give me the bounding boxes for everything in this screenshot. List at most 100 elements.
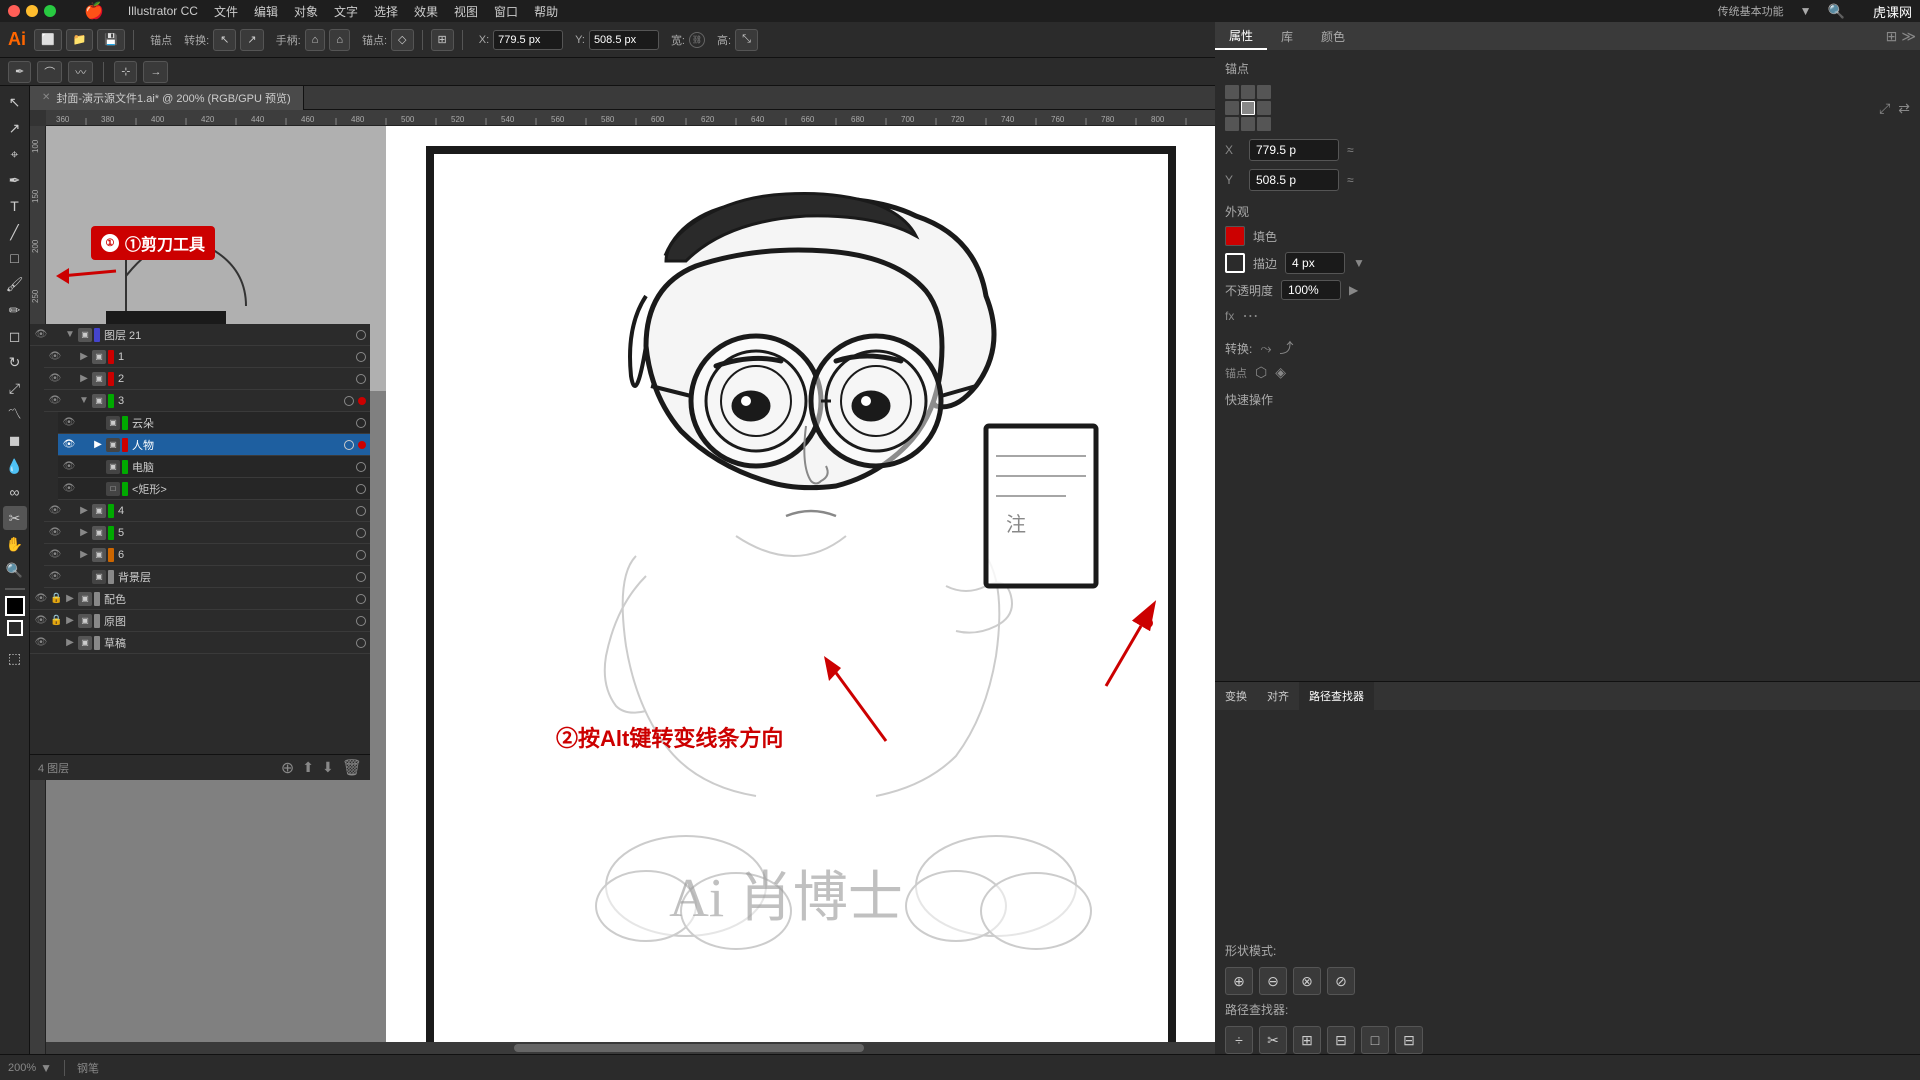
fx-more-btn[interactable]: ⋯ (1242, 306, 1258, 326)
anchor-btn1[interactable]: ◇ (391, 29, 413, 51)
smooth-tool[interactable]: 〰 (68, 61, 93, 83)
add-layer-btn[interactable]: ⊕ (281, 758, 294, 778)
y-value-input[interactable] (1249, 169, 1339, 191)
warp-tool[interactable]: 〽 (3, 402, 27, 426)
pen-tool-left[interactable]: ✒ (3, 168, 27, 192)
layer-expand-sketch[interactable]: ▶ (64, 637, 76, 648)
sec-btn3[interactable]: → (143, 61, 168, 83)
panel-icon-1[interactable]: ⊞ (1886, 28, 1898, 45)
anchor-refine-icon[interactable]: ◈ (1275, 364, 1286, 381)
layer-vis-bg[interactable]: 👁 (48, 570, 62, 584)
layer-row-color[interactable]: 👁 🔒 ▶ ▣ 配色 (30, 588, 370, 610)
menu-file[interactable]: 文件 (214, 3, 238, 20)
line-tool[interactable]: ╱ (3, 220, 27, 244)
layer-row-bg[interactable]: 👁 ▣ 背景层 (44, 566, 370, 588)
link-icon[interactable]: ⛓ (689, 32, 705, 48)
prop-tab-color[interactable]: 颜色 (1307, 24, 1359, 49)
new-btn[interactable]: ⬜ (34, 29, 62, 51)
prop-tab-library[interactable]: 库 (1267, 24, 1307, 49)
layer-row-1[interactable]: 👁 ▶ ▣ 1 (44, 346, 370, 368)
layer-vis-3[interactable]: 👁 (48, 394, 62, 408)
scale-tool[interactable]: ⤢ (3, 376, 27, 400)
direct-select-tool[interactable]: ↗ (3, 116, 27, 140)
search-icon[interactable]: 🔍 (1828, 3, 1845, 20)
pf-unite[interactable]: ⊕ (1225, 967, 1253, 995)
transform-tab[interactable]: 变换 (1215, 682, 1257, 710)
minimize-button[interactable] (26, 5, 38, 17)
fill-color[interactable] (5, 596, 25, 616)
opacity-chevron[interactable]: ▶ (1349, 283, 1358, 297)
layer-row-21[interactable]: 👁 ▼ ▣ 图层 21 (30, 324, 370, 346)
layer-vis-5[interactable]: 👁 (48, 526, 62, 540)
hand-btn1[interactable]: ⌂ (305, 29, 326, 51)
lasso-tool[interactable]: ⌖ (3, 142, 27, 166)
layer-circle-3[interactable] (344, 396, 354, 406)
select-tool[interactable]: ↖ (3, 90, 27, 114)
main-tab[interactable]: ✕ 封面-演示源文件1.ai* @ 200% (RGB/GPU 预览) (30, 86, 304, 110)
layer-vis-1[interactable]: 👁 (48, 350, 62, 364)
layer-circle-pc[interactable] (356, 462, 366, 472)
anchor-convert-icon[interactable]: ⬡ (1255, 364, 1267, 381)
h-scroll-thumb[interactable] (514, 1044, 865, 1052)
layer-row-4[interactable]: 👁 ▶ ▣ 4 (44, 500, 370, 522)
transform-flip-icon[interactable]: ⇄ (1898, 100, 1910, 117)
layer-circle-person[interactable] (344, 440, 354, 450)
stroke-width-input[interactable] (1285, 252, 1345, 274)
layer-expand-person[interactable]: ▶ (92, 439, 104, 450)
pf-minus-back[interactable]: ⊟ (1395, 1026, 1423, 1054)
y-input[interactable] (589, 30, 659, 50)
layer-circle-21[interactable] (356, 330, 366, 340)
h-scrollbar[interactable] (46, 1042, 1215, 1054)
close-button[interactable] (8, 5, 20, 17)
menu-help[interactable]: 帮助 (534, 3, 558, 20)
layer-row-person[interactable]: 👁 ▶ ▣ 人物 (58, 434, 370, 456)
move-layer-up-btn[interactable]: ⬆ (302, 759, 314, 776)
layer-row-2[interactable]: 👁 ▶ ▣ 2 (44, 368, 370, 390)
pencil-tool[interactable]: ✏ (3, 298, 27, 322)
menu-object[interactable]: 对象 (294, 3, 318, 20)
layer-row-5[interactable]: 👁 ▶ ▣ 5 (44, 522, 370, 544)
open-btn[interactable]: 📁 (66, 29, 94, 51)
anchor-grid[interactable] (1225, 85, 1271, 131)
layer-row-pc[interactable]: 👁 ▣ 电脑 (58, 456, 370, 478)
layer-circle-1[interactable] (356, 352, 366, 362)
layer-vis-rect[interactable]: 👁 (62, 482, 76, 496)
pf-trim[interactable]: ✂ (1259, 1026, 1287, 1054)
delete-layer-btn[interactable]: 🗑 (342, 758, 362, 778)
layer-vis-21[interactable]: 👁 (34, 328, 48, 342)
stroke-color-swatch[interactable] (1225, 253, 1245, 273)
transform-btn2[interactable]: ↗ (240, 29, 263, 51)
pf-divide[interactable]: ÷ (1225, 1026, 1253, 1054)
layer-circle-cloud[interactable] (356, 418, 366, 428)
sec-btn2[interactable]: ⊹ (114, 61, 137, 83)
transform-distort-icon[interactable]: ⤴ (1280, 338, 1294, 358)
menu-select[interactable]: 选择 (374, 3, 398, 20)
layer-circle-rect[interactable] (356, 484, 366, 494)
pf-minus-front[interactable]: ⊖ (1259, 967, 1287, 995)
maximize-button[interactable] (44, 5, 56, 17)
layer-circle-4[interactable] (356, 506, 366, 516)
layer-expand-6[interactable]: ▶ (78, 549, 90, 560)
main-illustration[interactable]: 注 Ai 肖博士 ②按Alt键转变线条方 (386, 126, 1215, 1080)
layer-row-cloud[interactable]: 👁 ▣ 云朵 (58, 412, 370, 434)
menu-effect[interactable]: 效果 (414, 3, 438, 20)
layer-expand-21[interactable]: ▼ (64, 329, 76, 340)
gradient-tool[interactable]: ◼ (3, 428, 27, 452)
layer-expand-1[interactable]: ▶ (78, 351, 90, 362)
layer-vis-cloud[interactable]: 👁 (62, 416, 76, 430)
menu-text[interactable]: 文字 (334, 3, 358, 20)
transform-btn1[interactable]: ↖ (213, 29, 236, 51)
pathfinder-tab[interactable]: 路径查找器 (1299, 682, 1374, 710)
grid-btn[interactable]: ⊞ (431, 29, 454, 51)
fill-color-swatch[interactable] (1225, 226, 1245, 246)
layer-vis-original[interactable]: 👁 (34, 614, 48, 628)
layer-circle-color[interactable] (356, 594, 366, 604)
tab-close[interactable]: ✕ (42, 92, 50, 103)
layer-expand-4[interactable]: ▶ (78, 505, 90, 516)
watermark-dropdown[interactable]: ▼ (1800, 4, 1812, 18)
layer-expand-original[interactable]: ▶ (64, 615, 76, 626)
layer-expand-color[interactable]: ▶ (64, 593, 76, 604)
hand-btn2[interactable]: ⌂ (329, 29, 350, 51)
resize-btn[interactable]: ⤡ (735, 29, 758, 51)
layer-row-sketch[interactable]: 👁 ▶ ▣ 草稿 (30, 632, 370, 654)
